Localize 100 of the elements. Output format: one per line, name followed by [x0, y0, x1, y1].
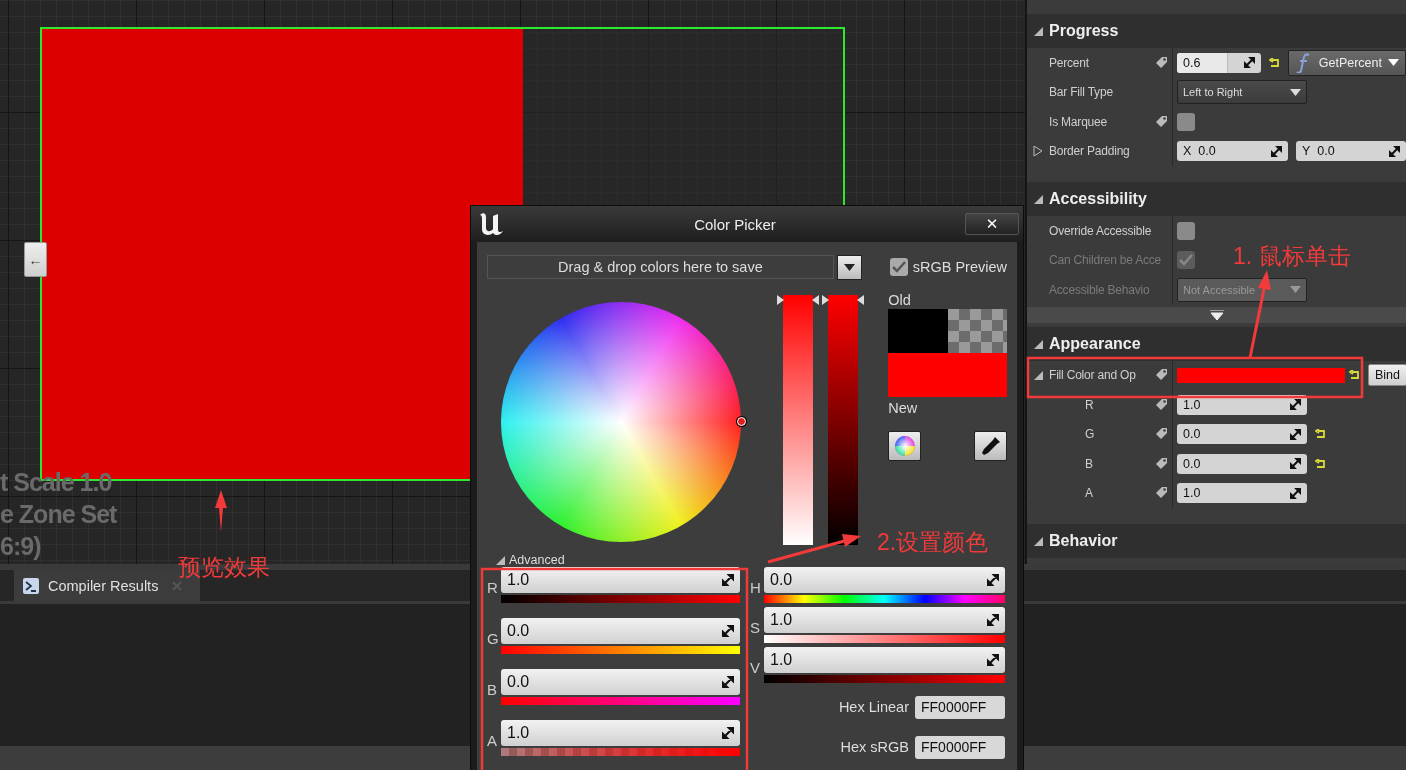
section-header[interactable]: Accessibility: [1027, 182, 1406, 216]
advanced-label[interactable]: Advanced: [509, 553, 565, 567]
property-label: B: [1085, 456, 1094, 471]
expanded-triangle-icon[interactable]: [1033, 26, 1043, 36]
back-button[interactable]: ←: [24, 242, 47, 277]
slider-handle[interactable]: [777, 295, 820, 305]
channel-field[interactable]: 1.0: [501, 720, 740, 746]
window-title: Color Picker: [693, 215, 777, 233]
tag-icon[interactable]: [1155, 368, 1169, 383]
channel-field[interactable]: 1.0: [764, 647, 1005, 673]
channel-label: B: [487, 680, 498, 700]
section-header[interactable]: Behavior: [1027, 524, 1406, 558]
tag-icon[interactable]: [1155, 114, 1169, 129]
tag-icon[interactable]: [1155, 397, 1169, 412]
channel-label: H: [750, 578, 762, 598]
checkbox[interactable]: [1177, 112, 1195, 131]
color-save-area[interactable]: Drag & drop colors here to save: [487, 255, 834, 279]
old-label: Old: [888, 291, 912, 309]
expanded-triangle-icon[interactable]: [1033, 338, 1043, 349]
drag-handle-icon[interactable]: [722, 676, 734, 688]
drag-handle-icon[interactable]: [1290, 428, 1301, 440]
dropdown[interactable]: Left to Right: [1177, 80, 1307, 105]
annotation-label: 2.设置颜色: [877, 528, 989, 557]
number-field[interactable]: X 0.0: [1177, 141, 1288, 162]
section-header[interactable]: Progress: [1027, 14, 1406, 48]
console-icon: [22, 576, 40, 595]
color-swatch[interactable]: [1177, 367, 1345, 383]
channel-label: V: [750, 658, 761, 678]
drag-handle-icon[interactable]: [722, 625, 734, 637]
property-label: Override Accessible: [1049, 223, 1153, 238]
property-label: A: [1085, 486, 1094, 501]
wheel-marker[interactable]: [737, 417, 746, 426]
drag-handle-icon[interactable]: [722, 574, 734, 586]
color-wheel-icon: [893, 435, 916, 457]
drag-handle-icon[interactable]: [987, 654, 999, 666]
drag-handle-icon[interactable]: [1271, 145, 1282, 157]
eyedropper-button[interactable]: [974, 431, 1007, 461]
channel-field[interactable]: 1.0: [501, 567, 740, 593]
drag-handle-icon[interactable]: [987, 574, 999, 586]
hex-field[interactable]: FF0000FF: [915, 735, 1005, 759]
dropdown-button[interactable]: [836, 254, 862, 280]
annotation-label: 1. 鼠标单击: [1233, 242, 1351, 271]
section-header[interactable]: Appearance: [1027, 326, 1406, 361]
expanded-triangle-icon[interactable]: [1033, 370, 1043, 381]
caret-icon: [1290, 286, 1301, 294]
caret-icon: [843, 263, 855, 271]
checkmark-icon: [891, 261, 906, 273]
hex-label: Hex sRGB: [840, 739, 909, 755]
property-label: Accessible Behavio: [1049, 282, 1151, 297]
channel-field[interactable]: 0.0: [501, 618, 740, 644]
color-wheel-button[interactable]: [888, 431, 922, 461]
property-label: G: [1085, 427, 1096, 442]
collapsed-triangle-icon[interactable]: [1033, 146, 1043, 157]
drag-handle-icon[interactable]: [1389, 145, 1400, 157]
saturation-slider[interactable]: [777, 295, 820, 545]
value-slider[interactable]: [822, 295, 865, 545]
number-field[interactable]: 1.0: [1177, 394, 1307, 415]
hex-field[interactable]: FF0000FF: [915, 695, 1005, 719]
expanded-triangle-icon[interactable]: [1033, 536, 1043, 546]
channel-label: A: [487, 731, 498, 751]
number-field[interactable]: 0.6: [1177, 52, 1261, 73]
property-label: Bar Fill Type: [1049, 85, 1114, 100]
drag-handle-icon[interactable]: [1243, 57, 1255, 69]
hex-label: Hex Linear: [838, 699, 909, 715]
advanced-toggle[interactable]: [1027, 306, 1406, 323]
tag-icon[interactable]: [1155, 486, 1169, 501]
bind-button[interactable]: Bind: [1368, 364, 1406, 387]
reset-arrow-icon[interactable]: [1349, 370, 1360, 381]
property-label: Can Children be Acce: [1049, 253, 1163, 268]
channel-label: S: [750, 618, 761, 638]
checkbox-label: sRGB Preview: [912, 259, 1007, 275]
drag-handle-icon[interactable]: [1290, 399, 1301, 411]
property-label: Border Padding: [1049, 144, 1131, 159]
close-button[interactable]: ✕: [965, 213, 1019, 235]
tag-icon[interactable]: [1155, 427, 1169, 442]
drag-handle-icon[interactable]: [1290, 458, 1301, 470]
drag-handle-icon[interactable]: [1290, 487, 1301, 499]
number-field[interactable]: Y 0.0: [1296, 141, 1406, 162]
checkmark-icon: [1179, 254, 1193, 267]
channel-field[interactable]: 1.0: [764, 607, 1005, 633]
channel-field[interactable]: 0.0: [764, 567, 1005, 593]
tag-icon[interactable]: [1155, 456, 1169, 471]
checkbox[interactable]: [1177, 221, 1195, 240]
drag-handle-icon[interactable]: [987, 614, 999, 626]
tag-icon[interactable]: [1155, 55, 1169, 70]
reset-arrow-icon[interactable]: [1268, 57, 1280, 68]
reset-arrow-icon[interactable]: [1315, 429, 1326, 440]
expanded-triangle-icon[interactable]: [495, 555, 505, 565]
caret-icon: [1388, 59, 1399, 67]
number-field[interactable]: 0.0: [1177, 424, 1307, 445]
eyedropper-icon: [979, 435, 1002, 457]
number-field[interactable]: 1.0: [1177, 483, 1307, 504]
reset-arrow-icon[interactable]: [1315, 458, 1326, 469]
binding-dropdown[interactable]: GetPercent: [1287, 49, 1406, 76]
slider-handle[interactable]: [822, 295, 865, 305]
drag-handle-icon[interactable]: [722, 727, 734, 739]
checkbox[interactable]: [889, 258, 908, 276]
expanded-triangle-icon[interactable]: [1033, 194, 1043, 204]
channel-field[interactable]: 0.0: [501, 669, 740, 695]
number-field[interactable]: 0.0: [1177, 453, 1307, 474]
